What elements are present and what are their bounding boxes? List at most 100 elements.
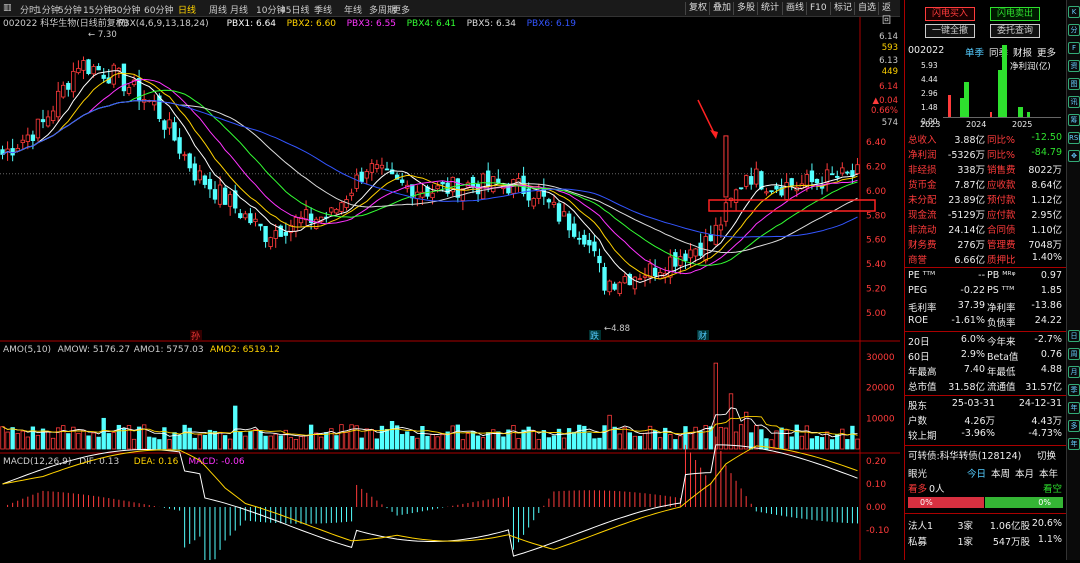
amo-tick: 10000 — [866, 414, 895, 424]
bar-axis-tick: 5.93 — [921, 61, 938, 70]
fin-tab[interactable]: 单季 — [965, 45, 984, 59]
tool-icon[interactable]: K — [1068, 6, 1080, 18]
toolbar-button[interactable]: 自选 — [854, 2, 879, 15]
indicator-value: PBX(4,6,9,13,18,24) — [118, 19, 209, 29]
flash-sell-button[interactable]: 闪电卖出 — [990, 7, 1040, 21]
price-tick: 5.20 — [866, 285, 886, 295]
bar-axis-tick: 1.48 — [921, 103, 938, 112]
toolbar-button[interactable]: 多股 — [733, 2, 758, 15]
chart-area[interactable]: 002022 科华生物(日线前复权) PBX(4,6,9,13,18,24) PBX… — [0, 17, 900, 563]
perf-label: Beta值 — [987, 352, 1019, 363]
low-label: ←4.88 — [604, 324, 630, 334]
flash-buy-button[interactable]: 闪电买入 — [925, 7, 975, 21]
perf-label: 流通值 — [987, 382, 1016, 393]
fin-tab[interactable]: 更多 — [1037, 45, 1056, 59]
tool-icon[interactable]: 年 — [1068, 438, 1080, 450]
fin-label: 非流动 — [908, 225, 937, 236]
timeframe-tab[interactable]: 15分钟 — [83, 3, 112, 16]
price-tick: 5.60 — [866, 236, 886, 246]
holder-label: 较上期 — [908, 431, 937, 442]
tool-icon[interactable]: RSI — [1068, 132, 1080, 144]
holder-value: -4.73% — [1028, 428, 1062, 439]
timeframe-tab[interactable]: 60分钟 — [144, 3, 173, 16]
tool-icon[interactable]: 多 — [1068, 420, 1080, 432]
tool-icon[interactable]: 讯 — [1068, 96, 1080, 108]
val-value: -13.86 — [1031, 300, 1062, 311]
perf-value: 0.76 — [1040, 349, 1062, 360]
tool-icon[interactable]: 季 — [1068, 384, 1080, 396]
macd-tick: 0.20 — [866, 457, 886, 467]
kline-chart[interactable]: 002022 科华生物(日线前复权)PBX(4,6,9,13,18,24) PBX… — [0, 17, 900, 563]
stock-info-panel: 闪电买入 闪电卖出 一键全撤 委托查询 002022 单季 同季 财报 更多 净利润(亿) 5.93… — [904, 0, 1067, 560]
timeframe-tab[interactable]: 年线 — [344, 3, 362, 16]
fin-label: 应付款 — [987, 210, 1016, 221]
fin-label: 预付款 — [987, 195, 1016, 206]
sentiment-tab[interactable]: 本周 — [991, 466, 1010, 480]
toolbar-button[interactable]: 标记 — [830, 2, 855, 15]
fin-label: 同比% — [987, 135, 1016, 146]
timeframe-tab[interactable]: 1分钟 — [36, 3, 60, 16]
fin-value: 1.12亿 — [1031, 195, 1062, 206]
tool-icon[interactable]: ✥ — [1068, 150, 1080, 162]
timeframe-tab[interactable]: 周线 — [209, 3, 227, 16]
short-bar: 0% — [985, 497, 1063, 508]
toolbar-button[interactable]: 画线 — [782, 2, 807, 15]
fin-value: -12.50 — [1031, 132, 1062, 143]
stock-title: 002022 科华生物(日线前复权) — [3, 17, 128, 29]
toolbar-button[interactable]: 返回 — [878, 2, 900, 26]
timeframe-tab[interactable]: 月线 — [230, 3, 248, 16]
timeframe-tab[interactable]: 季线 — [314, 3, 332, 16]
inst-value: 1.06亿股 — [989, 521, 1030, 532]
holder-label: 户数 — [908, 416, 928, 427]
sentiment-tab[interactable]: 今日 — [967, 466, 986, 480]
perf-value: 7.40 — [963, 364, 985, 375]
fin-label: 销售费 — [987, 165, 1016, 176]
year-label: 2023 — [920, 120, 941, 129]
cancel-all-button[interactable]: 一键全撤 — [925, 24, 975, 38]
timeframe-tab[interactable]: 30分钟 — [111, 3, 140, 16]
tool-icon[interactable]: 日 — [1068, 330, 1080, 342]
price-tick: 6.00 — [866, 187, 886, 197]
toolbar-button[interactable]: F10 — [806, 2, 830, 15]
timeframe-tab[interactable]: 45日线 — [280, 3, 309, 16]
fin-label: 财务费 — [908, 240, 937, 251]
fin-tab[interactable]: 财报 — [1013, 45, 1032, 59]
tool-icon[interactable]: 分 — [1068, 24, 1080, 36]
amo-tick: 20000 — [866, 384, 895, 394]
timeframe-tab[interactable]: 5分钟 — [58, 3, 82, 16]
timeframe-tab[interactable]: 日线 — [178, 3, 196, 16]
toolbar-button[interactable]: 叠加 — [709, 2, 734, 15]
fin-value: 7048万 — [1028, 240, 1062, 251]
sentiment-label: 眼光 — [908, 469, 928, 480]
sentiment-tab[interactable]: 本年 — [1039, 466, 1058, 480]
macd-tick: 0.10 — [866, 480, 886, 490]
event-marker-label[interactable]: 财 — [698, 330, 707, 342]
val-value: 0.97 — [1040, 270, 1062, 281]
fin-value: 8022万 — [1028, 165, 1062, 176]
fin-label: 净利润 — [908, 150, 937, 161]
tool-icon[interactable]: 资 — [1068, 60, 1080, 72]
val-value: 37.39 — [957, 300, 985, 311]
val-value: -- — [978, 270, 985, 281]
tool-icon[interactable]: 筹 — [1068, 114, 1080, 126]
perf-label: 20日 — [908, 337, 930, 348]
order-query-button[interactable]: 委托查询 — [990, 24, 1040, 38]
fin-value: 1.40% — [1031, 252, 1062, 263]
val-label: PE ᵀᵀᴹ — [908, 270, 936, 281]
menu-icon[interactable]: ▥ — [3, 3, 12, 13]
tool-icon[interactable]: 月 — [1068, 366, 1080, 378]
fin-label: 同比% — [987, 150, 1016, 161]
timeframe-tab[interactable]: 更多 — [392, 3, 410, 16]
holder-value: 24-12-31 — [1018, 398, 1062, 409]
toolbar-button[interactable]: 统计 — [757, 2, 782, 15]
tool-icon[interactable]: 年 — [1068, 402, 1080, 414]
tool-icon[interactable]: 图 — [1068, 78, 1080, 90]
event-marker-label[interactable]: 跌 — [590, 331, 599, 342]
sentiment-tab[interactable]: 本月 — [1015, 466, 1034, 480]
tool-icon[interactable]: F — [1068, 42, 1080, 54]
toolbar-button[interactable]: 复权 — [685, 2, 710, 15]
event-marker-label[interactable]: 孙 — [191, 330, 200, 342]
tool-icon[interactable]: 周 — [1068, 348, 1080, 360]
quote-label: 6.14 — [879, 82, 898, 92]
bond-switch[interactable]: 切换 — [1037, 448, 1056, 462]
